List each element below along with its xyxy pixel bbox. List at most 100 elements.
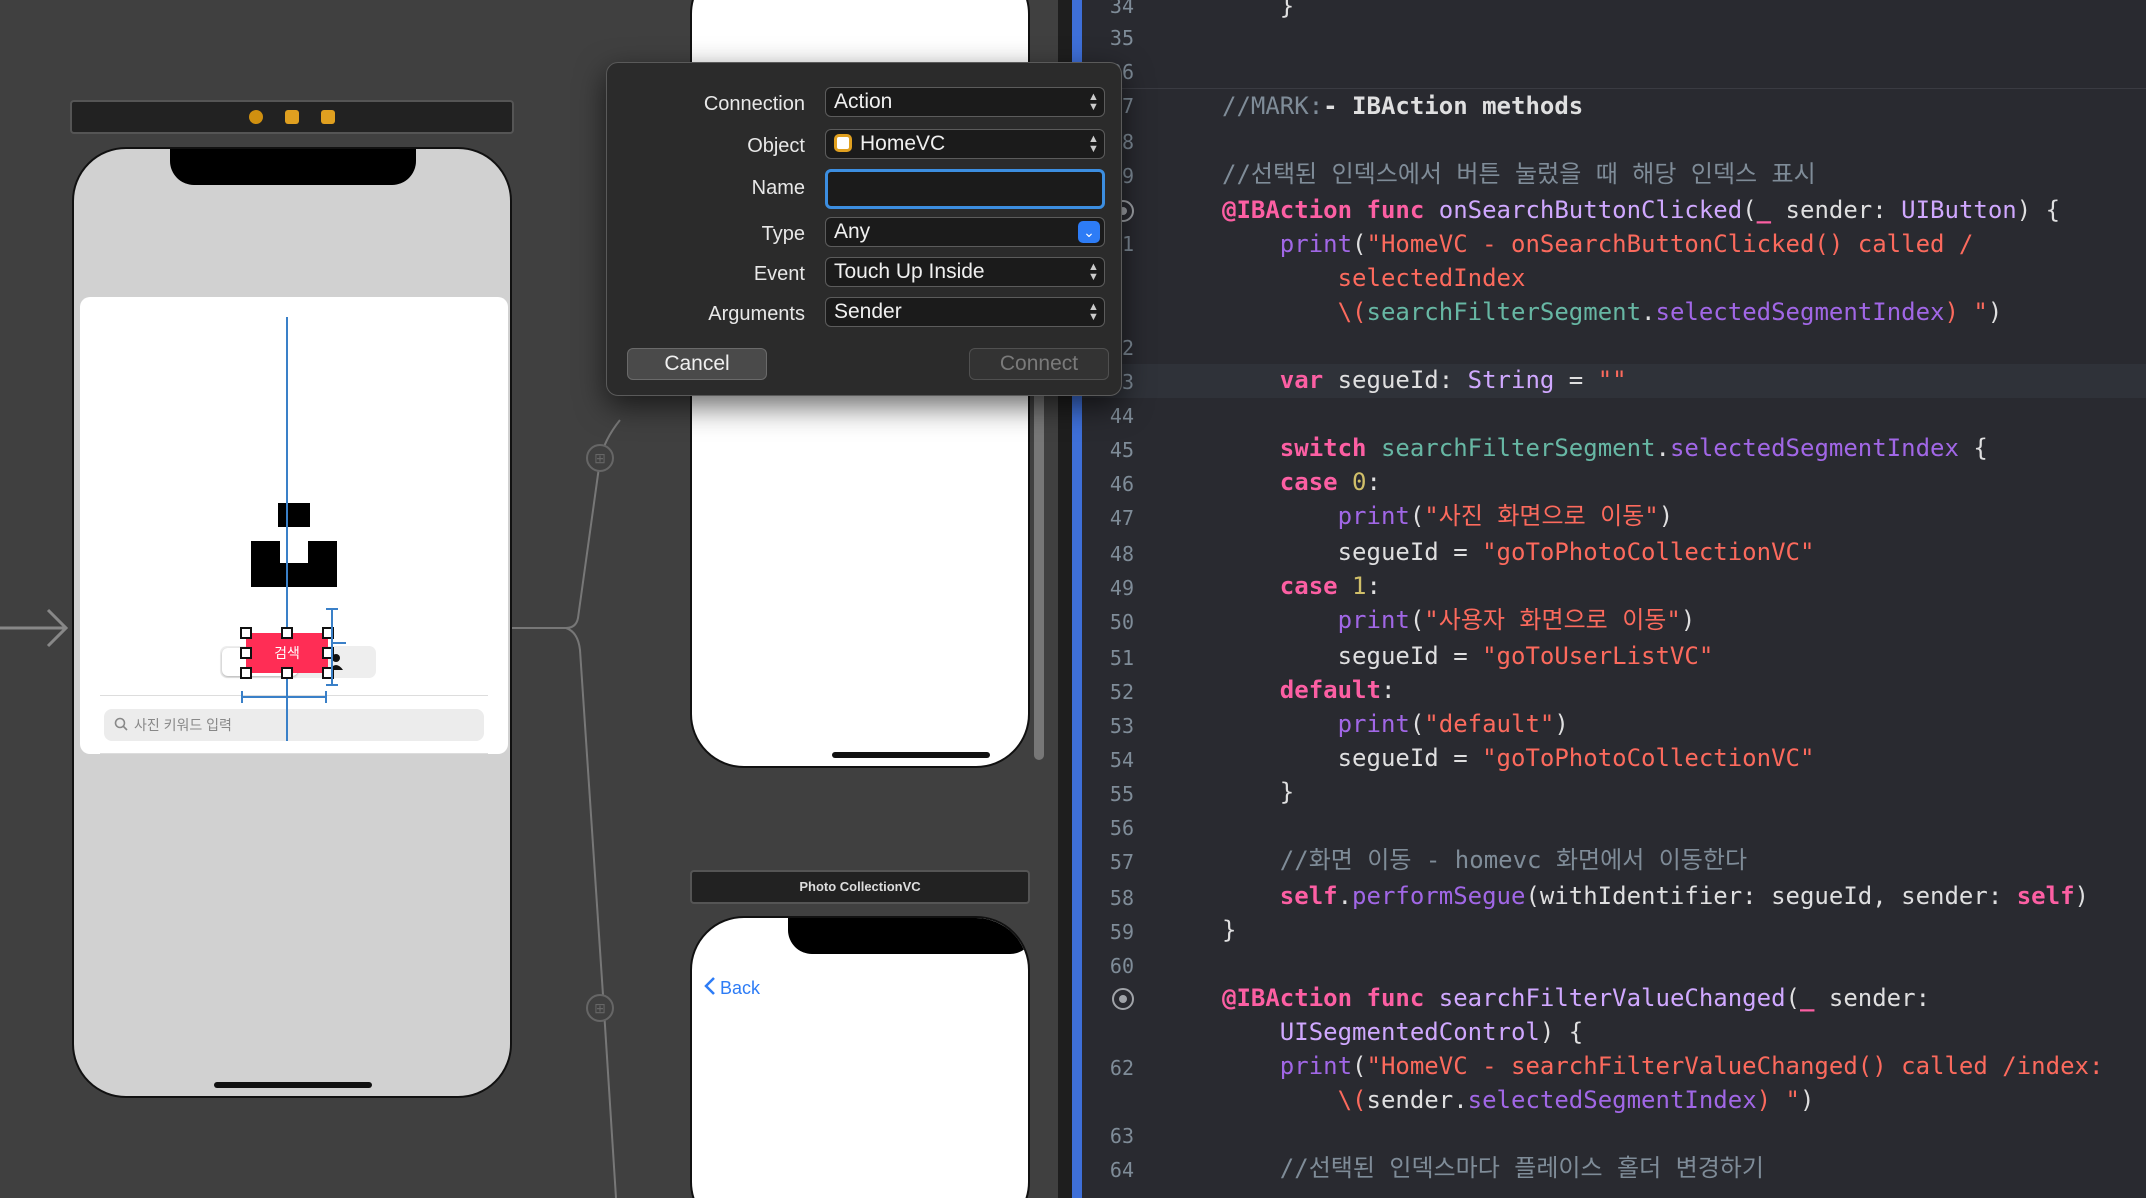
code-line: segueId = "goToUserListVC" — [1222, 642, 1714, 670]
chevron-up-down-icon: ▲ ▼ — [1088, 133, 1099, 155]
line-number: 53 — [1109, 714, 1134, 738]
code-line: @IBAction func onSearchButtonClicked(_ s… — [1222, 196, 2061, 224]
home-indicator — [214, 1082, 372, 1088]
line-number: 55 — [1109, 782, 1134, 806]
event-value: Touch Up Inside — [834, 260, 985, 283]
photo-collection-scene[interactable]: Back — [690, 916, 1030, 1198]
type-label: Type — [761, 223, 805, 245]
code-line: } — [1222, 916, 1237, 944]
code-line: print("default") — [1337, 710, 1569, 738]
code-line: selectedIndex — [1337, 264, 1526, 292]
line-number: 57 — [1109, 850, 1134, 874]
object-label: Object — [747, 135, 805, 157]
home-scene-dock — [70, 100, 514, 134]
connect-button[interactable]: Connect — [969, 348, 1109, 380]
connection-select[interactable]: Action ▲ ▼ — [825, 87, 1105, 117]
code-line: } — [1222, 0, 1295, 20]
line-number: 49 — [1109, 576, 1134, 600]
line-number: 56 — [1109, 816, 1134, 840]
code-line: case 1: — [1279, 572, 1381, 600]
line-number: 46 — [1109, 472, 1134, 496]
chevron-up-down-icon: ▲ ▼ — [1088, 91, 1099, 113]
search-bar[interactable]: 사진 키워드 입력 — [104, 709, 484, 741]
line-number: 47 — [1109, 506, 1134, 530]
mark-separator — [1082, 88, 2146, 89]
chevron-up-down-icon: ▲ ▼ — [1088, 301, 1099, 323]
line-number: 35 — [1109, 26, 1134, 50]
type-value: Any — [834, 220, 871, 243]
view-controller-icon — [834, 134, 852, 152]
connection-popover: Connection Action ▲ ▼ Object HomeVC ▲ ▼ Na… — [606, 62, 1122, 396]
search-icon — [114, 717, 128, 734]
arguments-value: Sender — [834, 300, 902, 323]
canvas-scrollbar[interactable] — [1034, 360, 1044, 760]
connection-row: Connection Action ▲ ▼ — [607, 87, 1123, 121]
line-number: 60 — [1109, 954, 1134, 978]
code-line: //선택된 인덱스에서 버튼 눌렀을 때 해당 인덱스 표시 — [1222, 160, 1816, 188]
object-value: HomeVC — [860, 132, 946, 155]
line-number: 62 — [1109, 1056, 1134, 1080]
object-row: Object HomeVC ▲ ▼ — [607, 129, 1123, 163]
object-select[interactable]: HomeVC ▲ ▼ — [825, 129, 1105, 159]
code-line: @IBAction func searchFilterValueChanged(… — [1222, 984, 1931, 1012]
line-number: 52 — [1109, 680, 1134, 704]
code-line: self.performSegue(withIdentifier: segueI… — [1279, 882, 2089, 910]
code-line: //선택된 인덱스마다 플레이스 홀더 변경하기 — [1279, 1154, 1764, 1182]
name-label: Name — [751, 177, 805, 199]
type-combobox[interactable]: Any ⌄ — [825, 217, 1105, 247]
back-label: Back — [720, 978, 761, 998]
segue-icon[interactable]: ⊞ — [586, 444, 614, 472]
code-line: case 0: — [1279, 468, 1381, 496]
connection-value: Action — [834, 90, 893, 113]
breakpoint-icon[interactable] — [1112, 988, 1134, 1010]
search-placeholder: 사진 키워드 입력 — [134, 717, 232, 733]
code-line: print("HomeVC - onSearchButtonClicked() … — [1279, 230, 1974, 258]
arguments-select[interactable]: Sender ▲ ▼ — [825, 297, 1105, 327]
code-line: segueId = "goToPhotoCollectionVC" — [1222, 744, 1815, 772]
code-line: UISegmentedControl) { — [1279, 1018, 1584, 1046]
name-row: Name — [607, 169, 1123, 209]
chevron-down-icon[interactable]: ⌄ — [1078, 221, 1100, 243]
code-line: //화면 이동 - homevc 화면에서 이동한다 — [1279, 846, 1748, 874]
home-indicator — [832, 752, 990, 758]
name-input[interactable] — [825, 169, 1105, 209]
line-number: 45 — [1109, 438, 1134, 462]
segue-icon[interactable]: ⊞ — [586, 994, 614, 1022]
event-select[interactable]: Touch Up Inside ▲ ▼ — [825, 257, 1105, 287]
chevron-up-down-icon: ▲ ▼ — [1088, 261, 1099, 283]
line-number: 54 — [1109, 748, 1134, 772]
logo-icon — [278, 503, 310, 527]
code-line: \(searchFilterSegment.selectedSegmentInd… — [1337, 298, 2003, 326]
event-label: Event — [753, 263, 805, 285]
line-number: 44 — [1109, 404, 1134, 428]
first-responder-icon[interactable] — [285, 110, 299, 124]
code-editor[interactable]: 34 35 36 37 38 39 41 42 43 44 45 46 47 4… — [1082, 0, 2146, 1198]
constraint-indicators — [241, 608, 346, 703]
view-controller-icon[interactable] — [249, 110, 263, 124]
line-number: 50 — [1109, 610, 1134, 634]
exit-icon[interactable] — [321, 110, 335, 124]
code-line: default: — [1279, 676, 1396, 704]
photo-scene-title: Photo CollectionVC — [690, 870, 1030, 904]
code-line: segueId = "goToPhotoCollectionVC" — [1222, 538, 1815, 566]
home-scene[interactable]: 사진 키워드 입력 검색 — [72, 147, 512, 1098]
back-button[interactable]: Back — [704, 976, 760, 1001]
event-row: Event Touch Up Inside ▲ ▼ — [607, 257, 1123, 291]
code-line: var segueId: String = "" — [1279, 366, 1627, 394]
divider — [100, 753, 488, 754]
code-line: print("사진 화면으로 이동") — [1337, 502, 1674, 530]
arguments-label: Arguments — [708, 303, 805, 325]
cancel-button[interactable]: Cancel — [627, 348, 767, 380]
chevron-left-icon — [704, 976, 716, 1001]
device-notch — [788, 918, 1028, 954]
device-notch — [170, 149, 416, 185]
code-line: switch searchFilterSegment.selectedSegme… — [1279, 434, 1988, 462]
line-number: 58 — [1109, 886, 1134, 910]
type-row: Type Any ⌄ — [607, 217, 1123, 251]
line-number: 59 — [1109, 920, 1134, 944]
line-number: 63 — [1109, 1124, 1134, 1148]
line-number: 34 — [1109, 0, 1134, 18]
arguments-row: Arguments Sender ▲ ▼ — [607, 297, 1123, 331]
line-number: 51 — [1109, 646, 1134, 670]
logo-notch — [280, 541, 308, 563]
